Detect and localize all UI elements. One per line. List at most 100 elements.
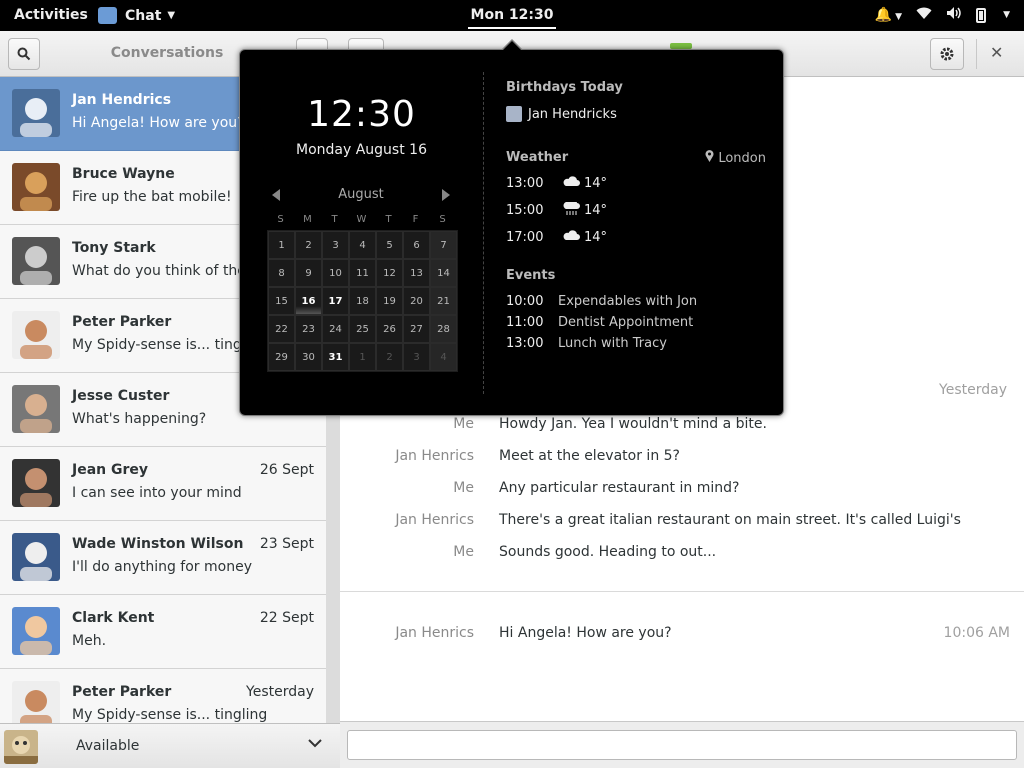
- calendar-day[interactable]: 14: [430, 259, 457, 287]
- calendar-day[interactable]: 4: [349, 231, 376, 259]
- calendar-month: August: [338, 187, 384, 202]
- calendar-day[interactable]: 17: [322, 287, 349, 315]
- message-sender: Me: [453, 480, 474, 496]
- calendar-day[interactable]: 9: [295, 259, 322, 287]
- battery-icon[interactable]: [976, 7, 987, 23]
- calendar-day[interactable]: 10: [322, 259, 349, 287]
- birthday-name: Jan Hendricks: [528, 106, 617, 122]
- calendar-day[interactable]: 29: [268, 343, 295, 371]
- calendar-day[interactable]: 20: [403, 287, 430, 315]
- avatar: [12, 607, 60, 655]
- settings-button[interactable]: [930, 38, 964, 70]
- calendar-day[interactable]: 13: [403, 259, 430, 287]
- calendar-day[interactable]: 1: [268, 231, 295, 259]
- day-separator: Yesterday: [939, 382, 1007, 398]
- calendar-day[interactable]: 16: [295, 287, 322, 315]
- avatar: [12, 163, 60, 211]
- calendar-day[interactable]: 2: [295, 231, 322, 259]
- conversation-preview: Meh.: [72, 633, 107, 649]
- birthdays-section: Birthdays Today Jan Hendricks: [506, 80, 766, 122]
- conversation-preview: My Spidy-sense is... tingling: [72, 707, 268, 723]
- calendar-day[interactable]: 27: [403, 315, 430, 343]
- weather-temp: 14°: [584, 176, 608, 191]
- message-sender: Jan Henrics: [395, 512, 474, 528]
- calendar-day[interactable]: 4: [430, 343, 457, 371]
- calendar-day[interactable]: 30: [295, 343, 322, 371]
- clock-button[interactable]: Mon 12:30: [468, 7, 556, 23]
- calendar-day[interactable]: 28: [430, 315, 457, 343]
- presence-status[interactable]: Available: [76, 738, 139, 754]
- compose-bar: [340, 721, 1024, 768]
- conversation-preview: I'll do anything for money: [72, 559, 252, 575]
- close-icon[interactable]: ✕: [990, 43, 1003, 62]
- system-menu-chevron-icon[interactable]: ▼: [1003, 10, 1010, 20]
- status-area[interactable]: 🔔 ▼ ▼: [875, 6, 1010, 24]
- calendar-day[interactable]: 3: [403, 343, 430, 371]
- calendar-day[interactable]: 26: [376, 315, 403, 343]
- conversation-name: Peter Parker: [72, 684, 172, 700]
- popup-time: 12:30: [307, 94, 416, 135]
- birthday-item[interactable]: Jan Hendricks: [506, 106, 617, 122]
- my-avatar: [4, 730, 38, 764]
- calendar-day[interactable]: 8: [268, 259, 295, 287]
- calendar-day[interactable]: 7: [430, 231, 457, 259]
- message-text: Sounds good. Heading to out...: [499, 544, 717, 560]
- avatar: [12, 89, 60, 137]
- conversation-item[interactable]: Peter Parker My Spidy-sense is... tingli…: [0, 669, 326, 723]
- weather-location-label: London: [718, 151, 766, 166]
- app-menu[interactable]: Chat ▼: [98, 7, 175, 24]
- wifi-icon[interactable]: [916, 6, 932, 24]
- calendar-day[interactable]: 18: [349, 287, 376, 315]
- birthdays-title: Birthdays Today: [506, 80, 623, 95]
- calendar-day[interactable]: 12: [376, 259, 403, 287]
- calendar-day[interactable]: 25: [349, 315, 376, 343]
- next-month-icon[interactable]: [442, 189, 450, 201]
- calendar-day[interactable]: 24: [322, 315, 349, 343]
- popup-date: Monday August 16: [296, 142, 427, 158]
- popup-arrow-fill: [502, 41, 522, 51]
- weekday-label: M: [303, 214, 312, 225]
- cloud-icon: [562, 229, 580, 241]
- message-text: Meet at the elevator in 5?: [499, 448, 680, 464]
- conversation-item[interactable]: Jean Grey I can see into your mind 26 Se…: [0, 447, 326, 521]
- weekday-label: S: [439, 214, 446, 225]
- chevron-down-icon[interactable]: [308, 736, 322, 752]
- weather-location[interactable]: London: [705, 150, 766, 166]
- conversation-name: Bruce Wayne: [72, 166, 175, 182]
- event-title: Lunch with Tracy: [558, 336, 667, 351]
- avatar: [12, 459, 60, 507]
- events-section: Events 10:00 Expendables with Jon 11:00 Den…: [506, 268, 766, 351]
- event-time: 10:00: [506, 294, 544, 309]
- conversation-name: Jesse Custer: [72, 388, 170, 404]
- calendar-day[interactable]: 19: [376, 287, 403, 315]
- calendar-day[interactable]: 15: [268, 287, 295, 315]
- calendar-day[interactable]: 31: [322, 343, 349, 371]
- weekday-label: S: [277, 214, 284, 225]
- calendar-day[interactable]: 22: [268, 315, 295, 343]
- calendar-day[interactable]: 23: [295, 315, 322, 343]
- notifications-icon[interactable]: 🔔 ▼: [875, 7, 902, 23]
- conversation-name: Peter Parker: [72, 314, 172, 330]
- search-button[interactable]: [8, 38, 40, 70]
- calendar-day[interactable]: 3: [322, 231, 349, 259]
- calendar-day[interactable]: 2: [376, 343, 403, 371]
- activities-button[interactable]: Activities: [14, 7, 88, 23]
- conversation-item[interactable]: Clark Kent Meh. 22 Sept: [0, 595, 326, 669]
- calendar-day[interactable]: 6: [403, 231, 430, 259]
- conversation-date: 26 Sept: [259, 462, 314, 478]
- contact-avatar: [506, 106, 522, 122]
- conversation-date: Yesterday: [246, 684, 314, 700]
- calendar-day[interactable]: 1: [349, 343, 376, 371]
- conversation-item[interactable]: Wade Winston Wilson I'll do anything for…: [0, 521, 326, 595]
- calendar-day[interactable]: 5: [376, 231, 403, 259]
- events-title: Events: [506, 268, 556, 283]
- conversations-title: Conversations: [110, 45, 224, 61]
- conversation-preview: Hi Angela! How are you?: [72, 115, 245, 131]
- app-menu-label: Chat: [125, 7, 162, 24]
- conversation-preview: What do you think of these: [72, 263, 262, 279]
- history-divider: [340, 591, 1024, 592]
- volume-icon[interactable]: [946, 6, 962, 24]
- calendar-day[interactable]: 11: [349, 259, 376, 287]
- calendar-day[interactable]: 21: [430, 287, 457, 315]
- message-input[interactable]: [347, 730, 1017, 760]
